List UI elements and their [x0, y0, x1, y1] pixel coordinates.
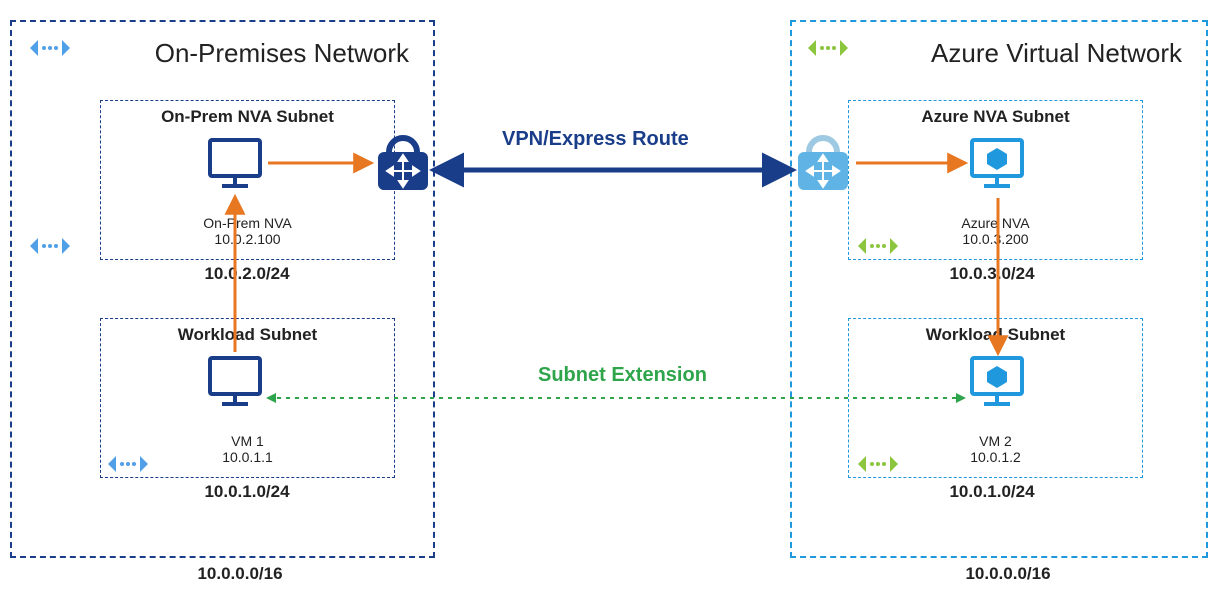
onprem-workload-cidr: 10.0.1.0/24 — [157, 482, 337, 502]
azure-vm2-ip: 10.0.1.2 — [849, 449, 1142, 465]
azure-workload-subnet: Workload Subnet VM 2 10.0.1.2 — [848, 318, 1143, 478]
onprem-network-box: On-Premises Network On-Prem NVA Subnet O… — [10, 20, 435, 558]
onprem-title: On-Premises Network — [20, 30, 425, 73]
azure-nva-ip: 10.0.3.200 — [849, 231, 1142, 247]
onprem-workload-subnet: Workload Subnet VM 1 10.0.1.1 — [100, 318, 395, 478]
onprem-workload-title: Workload Subnet — [101, 319, 394, 345]
onprem-vm1-label: VM 1 — [101, 433, 394, 449]
onprem-nva-subnet: On-Prem NVA Subnet On-Prem NVA 10.0.2.10… — [100, 100, 395, 260]
onprem-nva-label: On-Prem NVA — [101, 215, 394, 231]
onprem-nva-ip: 10.0.2.100 — [101, 231, 394, 247]
onprem-nva-subnet-title: On-Prem NVA Subnet — [101, 101, 394, 127]
vpn-route-label: VPN/Express Route — [502, 128, 689, 151]
azure-vm2-label: VM 2 — [849, 433, 1142, 449]
onprem-vm1-ip: 10.0.1.1 — [101, 449, 394, 465]
azure-nva-subnet: Azure NVA Subnet Azure NVA 10.0.3.200 — [848, 100, 1143, 260]
subnet-extension-label: Subnet Extension — [538, 364, 707, 387]
onprem-nva-cidr: 10.0.2.0/24 — [157, 264, 337, 284]
azure-network-cidr: 10.0.0.0/16 — [918, 564, 1098, 584]
azure-workload-title: Workload Subnet — [849, 319, 1142, 345]
azure-title: Azure Virtual Network — [800, 30, 1198, 73]
onprem-network-cidr: 10.0.0.0/16 — [150, 564, 330, 584]
azure-nva-cidr: 10.0.3.0/24 — [902, 264, 1082, 284]
azure-network-box: Azure Virtual Network Azure NVA Subnet A… — [790, 20, 1208, 558]
network-diagram: On-Premises Network On-Prem NVA Subnet O… — [0, 0, 1218, 602]
azure-nva-label: Azure NVA — [849, 215, 1142, 231]
azure-workload-cidr: 10.0.1.0/24 — [902, 482, 1082, 502]
azure-nva-subnet-title: Azure NVA Subnet — [849, 101, 1142, 127]
